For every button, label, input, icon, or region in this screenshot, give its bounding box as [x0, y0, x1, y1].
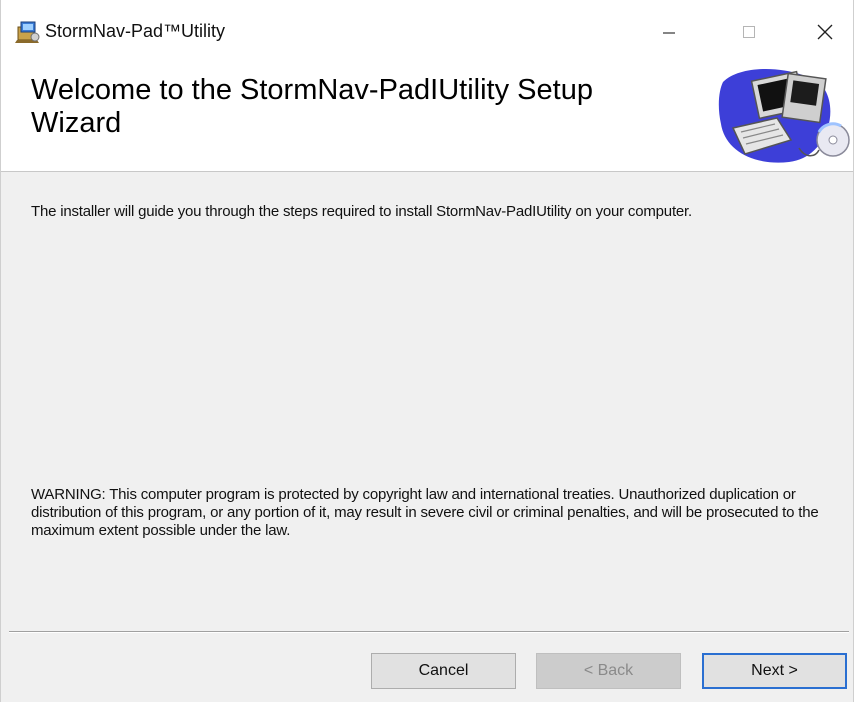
- minimize-button[interactable]: [641, 10, 697, 54]
- wizard-title: Welcome to the StormNav-PadIUtility Setu…: [31, 74, 593, 139]
- window-title: StormNav-Pad™Utility: [45, 21, 226, 41]
- intro-text: The installer will guide you through the…: [31, 203, 692, 220]
- close-button[interactable]: [797, 10, 853, 54]
- maximize-button[interactable]: [721, 10, 777, 54]
- close-icon: [816, 23, 834, 41]
- footer-divider: [9, 631, 849, 633]
- copyright-warning-text: WARNING: This computer program is protec…: [31, 486, 819, 539]
- setup-wizard-window: StormNav-Pad™Utility Welcome to the Stor…: [0, 0, 854, 702]
- computer-setup-icon: [715, 62, 853, 167]
- cancel-button[interactable]: Cancel: [371, 653, 516, 689]
- next-button[interactable]: Next >: [702, 653, 847, 689]
- installer-package-icon: [15, 18, 41, 44]
- maximize-icon: [741, 24, 757, 40]
- wizard-header: Welcome to the StormNav-PadIUtility Setu…: [1, 62, 853, 172]
- back-button[interactable]: < Back: [536, 653, 681, 689]
- minimize-icon: [661, 24, 677, 40]
- title-bar[interactable]: StormNav-Pad™Utility: [1, 0, 853, 62]
